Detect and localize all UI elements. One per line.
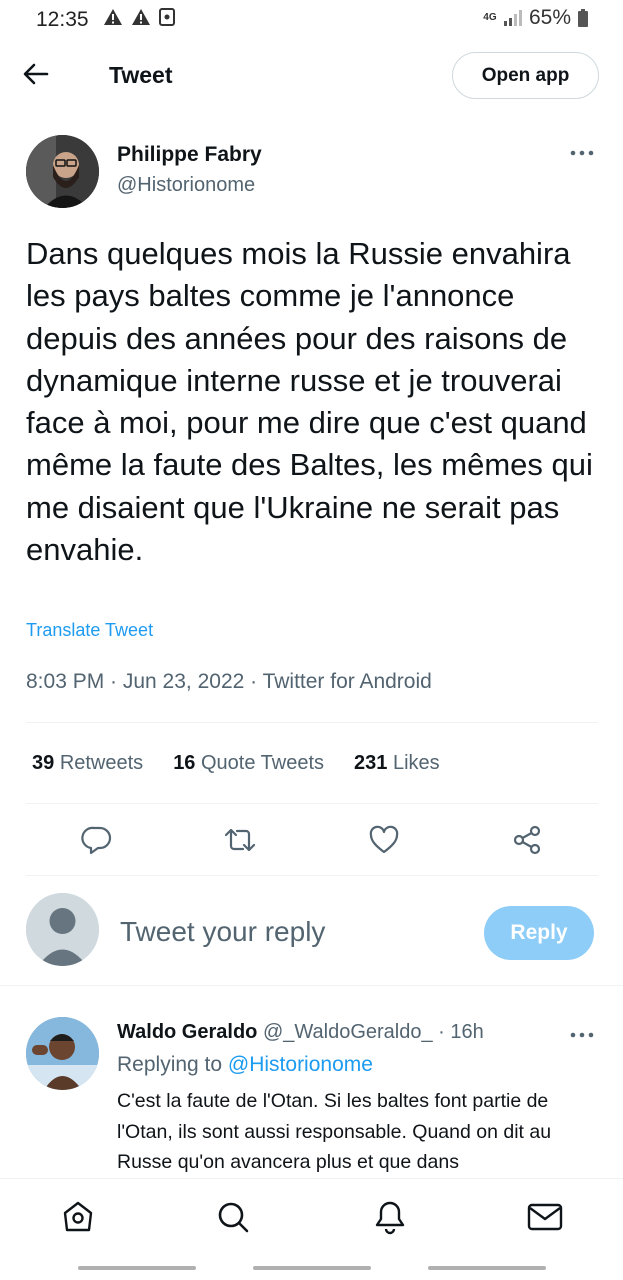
warning-icon [132, 9, 150, 25]
messages-icon [527, 1203, 563, 1231]
tweet-actions [26, 820, 598, 860]
share-icon [513, 825, 541, 855]
reply-tweet[interactable]: Waldo Geraldo @_WaldoGeraldo_ · 16h Repl… [26, 1015, 598, 1175]
avatar[interactable] [26, 135, 99, 208]
more-options-button[interactable] [568, 143, 596, 163]
status-time: 12:35 [36, 8, 89, 31]
reply-more-options-button[interactable] [568, 1025, 596, 1045]
reply-button[interactable]: Reply [484, 906, 594, 960]
reply-action-button[interactable] [77, 820, 117, 860]
system-back-handle[interactable] [428, 1266, 546, 1270]
share-action-button[interactable] [507, 820, 547, 860]
nav-home[interactable] [58, 1197, 98, 1237]
retweets-stat[interactable]: 39 Retweets [32, 752, 143, 775]
retweets-count: 39 [32, 752, 55, 774]
retweet-action-button[interactable] [220, 820, 260, 860]
home-icon [63, 1201, 93, 1232]
system-recents-handle[interactable] [78, 1266, 196, 1270]
default-avatar-icon [26, 893, 99, 966]
status-system-icons: 4G 65% [483, 6, 589, 30]
reply-author-handle[interactable]: @_WaldoGeraldo_ [263, 1021, 433, 1043]
reply-author-name[interactable]: Waldo Geraldo [117, 1021, 257, 1043]
divider [26, 722, 598, 723]
arrow-left-icon [23, 63, 49, 85]
network-type: 4G [483, 12, 497, 23]
avatar-image [26, 1017, 99, 1090]
battery-icon [578, 9, 588, 27]
tweet-author: Philippe Fabry @Historionome [26, 135, 598, 209]
more-icon [570, 1032, 594, 1038]
separator: · [438, 1021, 445, 1043]
quote-tweets-stat[interactable]: 16 Quote Tweets [173, 752, 324, 775]
avatar-image [26, 135, 99, 208]
tweet-text: Dans quelques mois la Russie envahira le… [26, 236, 593, 568]
author-handle[interactable]: @Historionome [117, 174, 255, 197]
tweet-meta: 8:03 PM · Jun 23, 2022 · Twitter for And… [26, 670, 432, 693]
divider [0, 985, 623, 986]
reply-time: 16h [450, 1021, 484, 1043]
likes-stat[interactable]: 231 Likes [354, 752, 440, 775]
notifications-icon [375, 1201, 405, 1235]
replying-handle-link[interactable]: @Historionome [228, 1053, 373, 1076]
replying-prefix: Replying to [117, 1053, 223, 1076]
translate-tweet-link[interactable]: Translate Tweet [26, 620, 153, 641]
status-notification-icons [103, 8, 175, 26]
reply-icon [81, 826, 112, 855]
system-home-handle[interactable] [253, 1266, 371, 1270]
nav-notifications[interactable] [370, 1197, 410, 1237]
screenshot-icon [159, 8, 175, 26]
warning-icon [104, 9, 122, 25]
search-icon [218, 1202, 249, 1233]
quotes-count: 16 [173, 752, 196, 774]
retweet-icon [224, 828, 256, 852]
like-icon [369, 825, 399, 854]
reply-input[interactable]: Tweet your reply [120, 916, 325, 948]
quotes-label: Quote Tweets [201, 752, 325, 774]
battery-percent: 65% [528, 6, 571, 29]
nav-messages[interactable] [525, 1197, 565, 1237]
like-action-button[interactable] [364, 820, 404, 860]
likes-count: 231 [354, 752, 388, 774]
tweet-stats: 39 Retweets 16 Quote Tweets 231 Likes [32, 752, 440, 775]
divider [26, 803, 598, 804]
replying-to: Replying to @Historionome [117, 1053, 373, 1077]
avatar [26, 893, 99, 966]
back-button[interactable] [22, 60, 58, 92]
likes-label: Likes [392, 752, 440, 774]
avatar[interactable] [26, 1017, 99, 1090]
reply-text: C'est la faute de l'Otan. Si les baltes … [117, 1090, 552, 1173]
top-bar: Tweet Open app [0, 44, 623, 108]
retweets-label: Retweets [59, 752, 144, 774]
reply-header: Waldo Geraldo @_WaldoGeraldo_ · 16h [117, 1021, 484, 1044]
reply-compose: Tweet your reply Reply [26, 893, 598, 967]
status-bar: 12:35 4G 65% [0, 0, 623, 40]
nav-search[interactable] [213, 1197, 253, 1237]
more-icon [570, 150, 594, 156]
open-app-button[interactable]: Open app [452, 52, 599, 99]
system-nav-bar [0, 1258, 623, 1280]
divider [26, 875, 598, 876]
author-name[interactable]: Philippe Fabry [117, 143, 262, 167]
signal-icon [503, 10, 522, 26]
page-title: Tweet [109, 62, 173, 88]
bottom-nav [0, 1178, 623, 1258]
